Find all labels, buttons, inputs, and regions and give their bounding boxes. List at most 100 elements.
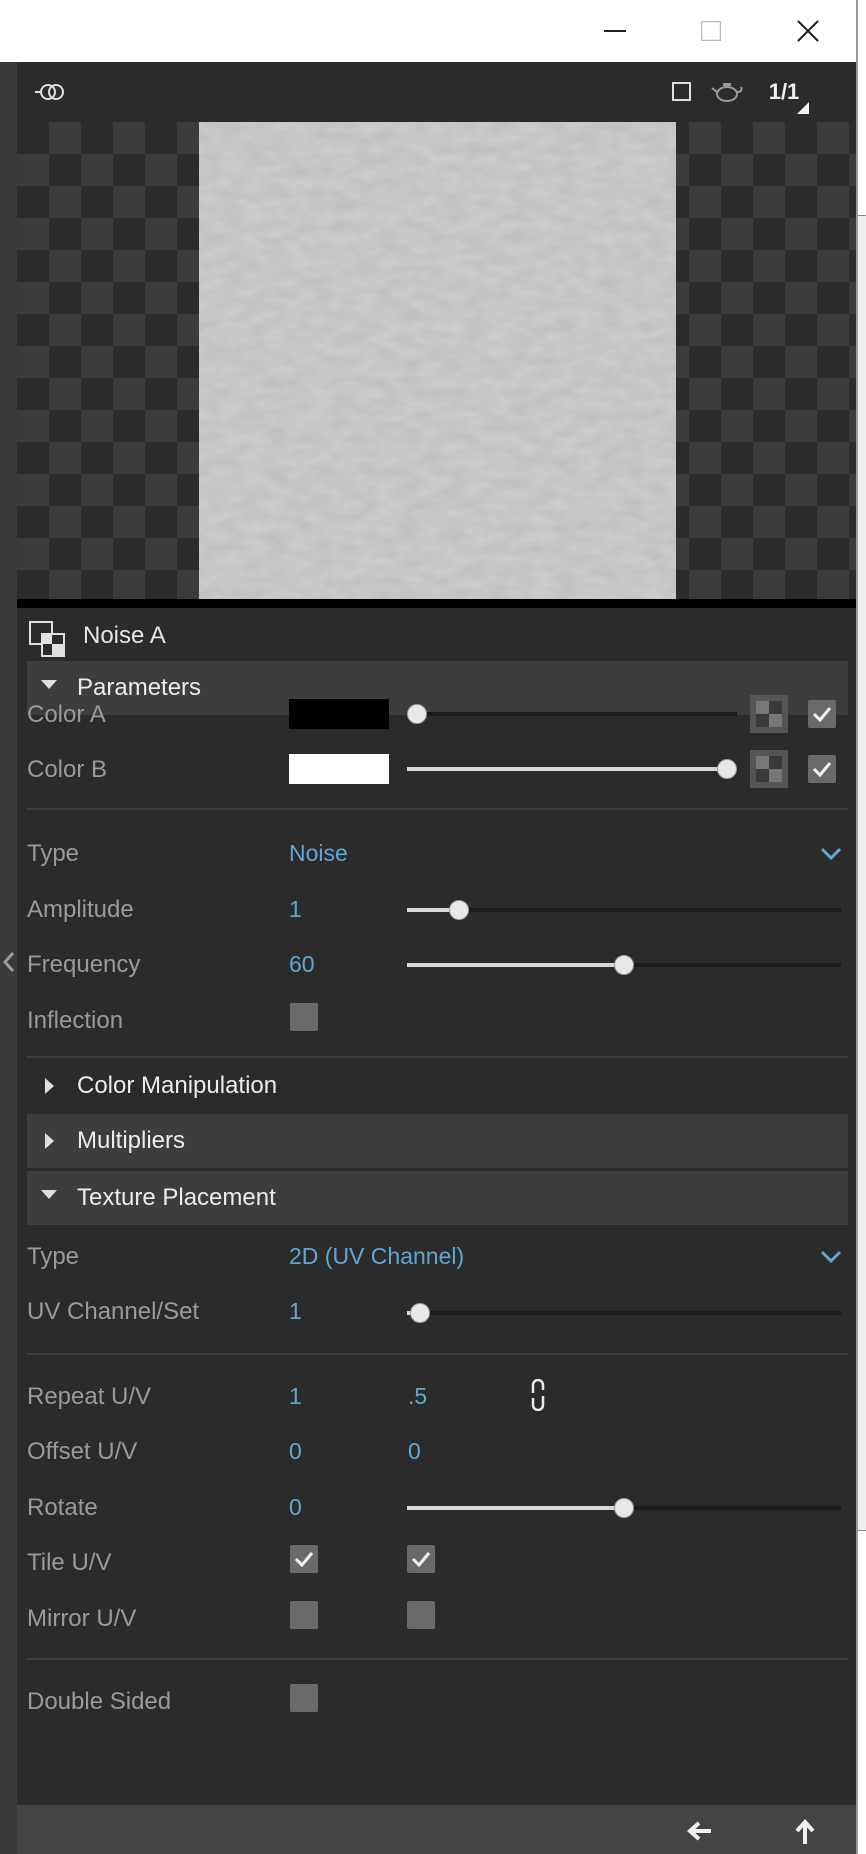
color-b-label: Color B [27, 756, 108, 783]
double-sided-checkbox[interactable] [290, 1684, 318, 1712]
rotate-slider-knob[interactable] [614, 1498, 634, 1518]
uv-channel-slider-knob[interactable] [410, 1303, 431, 1323]
maximize-button[interactable] [663, 0, 759, 62]
expanded-triangle-icon [41, 680, 57, 689]
corner-triangle-icon [797, 102, 809, 114]
color-a-slider-knob[interactable] [406, 704, 427, 724]
divider [27, 808, 848, 810]
frequency-value[interactable]: 60 [289, 951, 315, 978]
minimize-button[interactable] [567, 0, 663, 62]
repeat-u-value[interactable]: 1 [289, 1383, 302, 1410]
back-button[interactable] [681, 1813, 717, 1849]
rotate-slider[interactable] [407, 1498, 841, 1518]
map-type-icon [29, 621, 65, 657]
material-preview [17, 122, 856, 599]
back-arrow-icon [686, 1821, 711, 1841]
amplitude-value[interactable]: 1 [289, 896, 302, 923]
background-window-edge [858, 215, 866, 1531]
color-b-swatch[interactable] [289, 754, 389, 784]
lock-link-icon[interactable] [527, 1379, 549, 1411]
chevron-left-icon [2, 952, 14, 972]
preview-separator [17, 599, 856, 608]
mirror-v-checkbox[interactable] [407, 1601, 435, 1629]
maximize-icon [701, 21, 721, 41]
offset-u-value[interactable]: 0 [289, 1438, 302, 1465]
frequency-slider-fill [407, 963, 624, 967]
amplitude-slider-knob[interactable] [449, 900, 470, 920]
preview-ratio-button[interactable]: 1/1 [757, 76, 811, 114]
frequency-slider-knob[interactable] [614, 955, 634, 975]
color-b-slider-knob[interactable] [717, 759, 738, 779]
offset-v-value[interactable]: 0 [408, 1438, 421, 1465]
type-dropdown-value[interactable]: Noise [289, 840, 348, 867]
amplitude-label: Amplitude [27, 896, 134, 923]
color-a-slider[interactable] [406, 704, 737, 724]
divider [27, 1056, 848, 1058]
section-parameters-label: Parameters [77, 674, 202, 701]
frequency-label: Frequency [27, 951, 141, 978]
placement-type-dropdown-value[interactable]: 2D (UV Channel) [289, 1243, 464, 1270]
section-parameters[interactable]: Parameters [27, 661, 848, 715]
color-a-map-button[interactable] [750, 695, 788, 733]
up-arrow-icon [795, 1818, 815, 1844]
section-color-manipulation[interactable]: Color Manipulation [27, 1059, 848, 1113]
link-nodes-button[interactable] [31, 76, 67, 108]
divider [27, 1658, 848, 1660]
type-label: Type [27, 840, 80, 867]
section-texture-placement[interactable]: Texture Placement [27, 1171, 848, 1225]
map-name[interactable]: Noise A [83, 622, 166, 650]
color-b-slider[interactable] [407, 759, 738, 779]
go-to-parent-button[interactable] [787, 1813, 823, 1849]
collapse-left-button[interactable] [0, 942, 17, 982]
frequency-slider[interactable] [407, 955, 841, 975]
mirror-uv-label: Mirror U/V [27, 1605, 137, 1632]
color-b-map-button[interactable] [750, 750, 788, 788]
chevron-down-icon[interactable] [819, 1245, 843, 1269]
inflection-checkbox[interactable] [290, 1003, 318, 1031]
navigation-footer [17, 1805, 856, 1854]
tile-u-checkbox[interactable] [290, 1545, 318, 1573]
section-color-manipulation-label: Color Manipulation [77, 1072, 278, 1099]
checkmark-icon [812, 707, 832, 723]
noise-preview-image [199, 122, 676, 599]
amplitude-slider[interactable] [407, 900, 841, 920]
teapot-icon [711, 83, 743, 102]
repeat-uv-label: Repeat U/V [27, 1383, 152, 1410]
checkmark-icon [294, 1552, 314, 1568]
color-b-enabled-checkbox[interactable] [808, 755, 836, 783]
color-a-swatch[interactable] [289, 699, 389, 729]
minimize-icon [604, 30, 626, 32]
mirror-u-checkbox[interactable] [290, 1601, 318, 1629]
offset-uv-label: Offset U/V [27, 1438, 138, 1465]
checkmark-icon [812, 762, 832, 778]
collapsed-triangle-icon [45, 1078, 54, 1094]
color-b-slider-fill [407, 767, 728, 771]
section-texture-placement-label: Texture Placement [77, 1184, 276, 1211]
divider [27, 1353, 848, 1355]
uv-channel-label: UV Channel/Set [27, 1298, 200, 1325]
square-preview-button[interactable] [667, 76, 697, 108]
preview-ratio-label: 1/1 [768, 79, 800, 104]
rotate-value[interactable]: 0 [289, 1494, 302, 1521]
placement-type-label: Type [27, 1243, 80, 1270]
tile-uv-label: Tile U/V [27, 1549, 112, 1576]
checkmark-icon [411, 1552, 431, 1568]
close-icon [797, 20, 819, 42]
rotate-label: Rotate [27, 1494, 98, 1521]
color-a-enabled-checkbox[interactable] [808, 700, 836, 728]
preview-toolbar: 1/1 [17, 62, 856, 122]
uv-channel-value[interactable]: 1 [289, 1298, 302, 1325]
section-multipliers-label: Multipliers [77, 1127, 186, 1154]
map-name-row: Noise A [17, 608, 856, 660]
repeat-v-value[interactable]: .5 [408, 1383, 427, 1410]
expanded-triangle-icon [41, 1190, 57, 1199]
rotate-slider-fill [407, 1506, 624, 1510]
uv-channel-slider[interactable] [407, 1303, 841, 1323]
teapot-preview-button[interactable] [707, 76, 747, 108]
section-multipliers[interactable]: Multipliers [27, 1114, 848, 1168]
close-button[interactable] [760, 0, 856, 62]
square-preview-icon [672, 82, 691, 101]
inflection-label: Inflection [27, 1007, 124, 1034]
tile-v-checkbox[interactable] [407, 1545, 435, 1573]
chevron-down-icon[interactable] [819, 842, 843, 866]
